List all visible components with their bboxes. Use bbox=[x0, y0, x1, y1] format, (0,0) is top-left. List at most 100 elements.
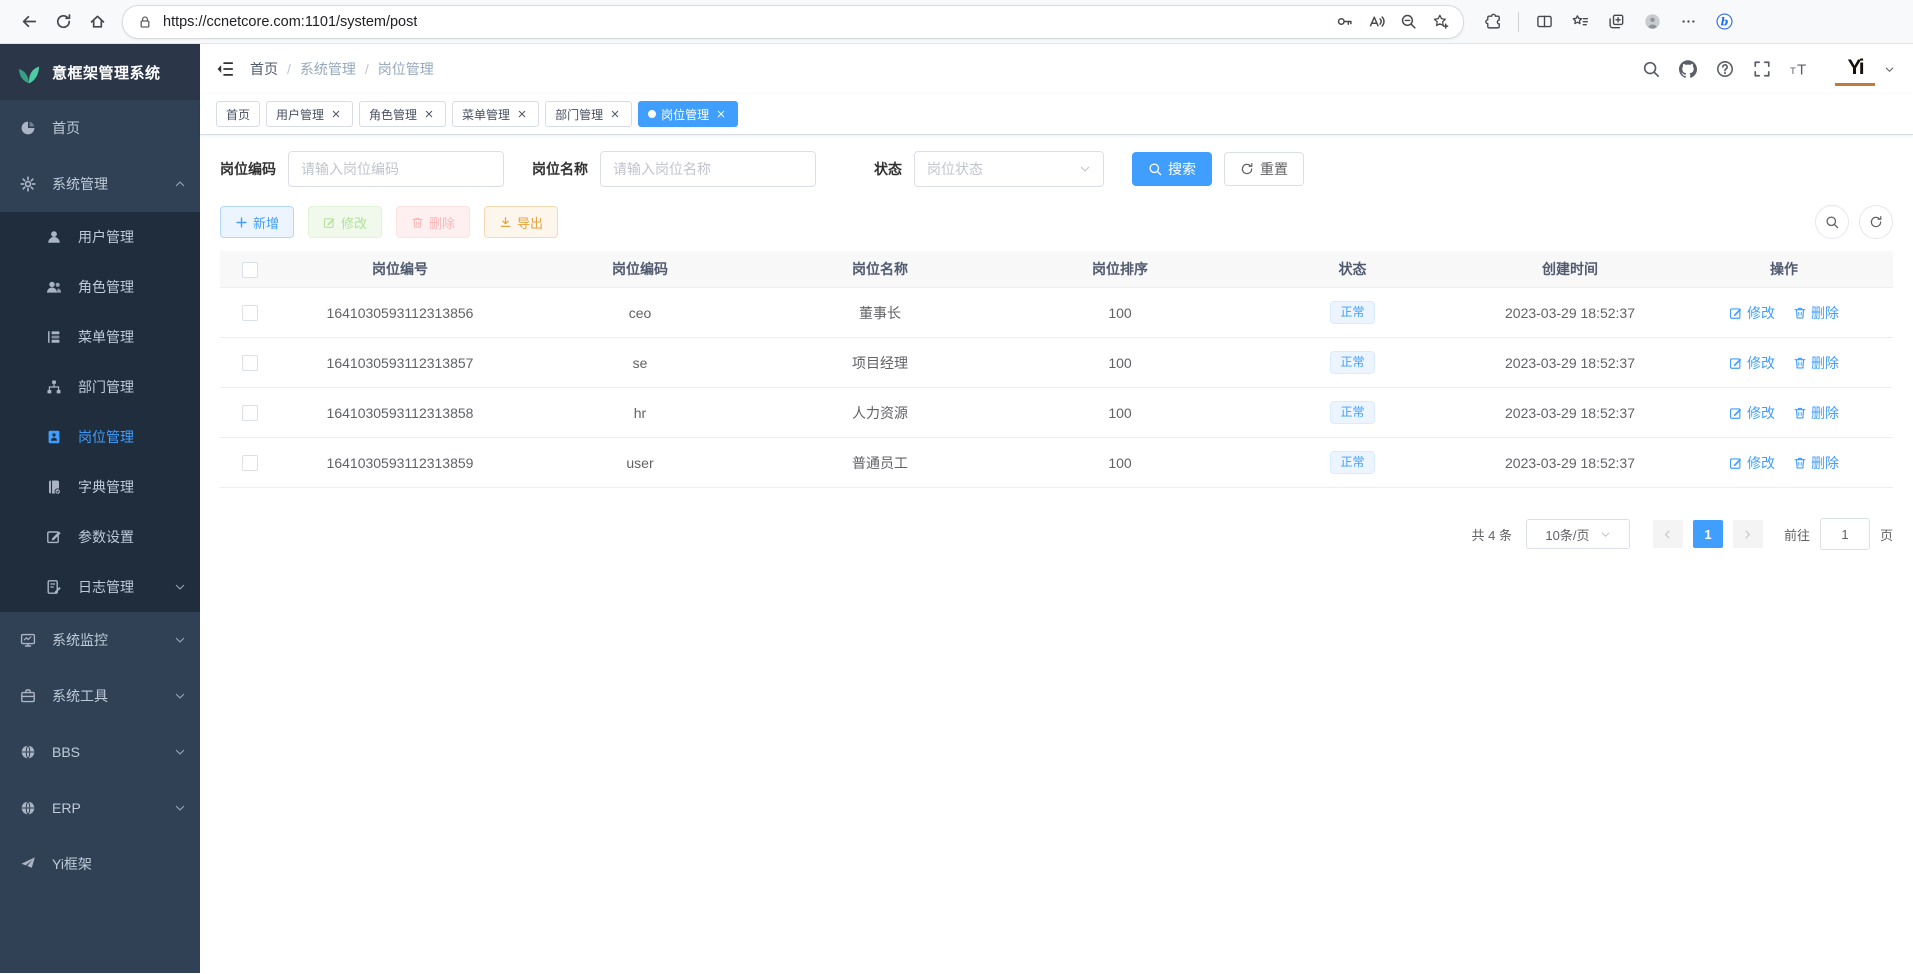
chevron-down-icon bbox=[174, 581, 186, 593]
header-search-icon[interactable] bbox=[1642, 60, 1660, 78]
post-code-input[interactable] bbox=[288, 151, 504, 187]
tab-post-management[interactable]: 岗位管理 bbox=[638, 101, 738, 127]
address-bar[interactable]: https://ccnetcore.com:1101/system/post bbox=[122, 5, 1464, 39]
help-icon[interactable] bbox=[1716, 60, 1734, 78]
browser-back-button[interactable] bbox=[12, 5, 46, 39]
tab-home[interactable]: 首页 bbox=[216, 101, 260, 127]
sidebar-item-param-settings[interactable]: 参数设置 bbox=[0, 512, 200, 562]
collections-icon[interactable] bbox=[1599, 5, 1633, 39]
tab-role-management[interactable]: 角色管理 bbox=[359, 101, 446, 127]
row-delete-link[interactable]: 删除 bbox=[1793, 453, 1839, 473]
page-header: 首页/系统管理/岗位管理 TT Yi bbox=[200, 44, 1913, 94]
sidebar-item-log-management[interactable]: 日志管理 bbox=[0, 562, 200, 612]
close-icon[interactable] bbox=[608, 107, 622, 121]
row-delete-link[interactable]: 删除 bbox=[1793, 353, 1839, 373]
goto-page-input[interactable] bbox=[1820, 518, 1870, 550]
status-select[interactable]: 岗位状态 bbox=[914, 151, 1104, 187]
password-key-icon[interactable] bbox=[1329, 7, 1359, 37]
row-delete-link[interactable]: 删除 bbox=[1793, 303, 1839, 323]
sidebar-item-system-tools[interactable]: 系统工具 bbox=[0, 668, 200, 724]
column-header-created-time: 创建时间 bbox=[1465, 251, 1675, 288]
select-all-checkbox[interactable] bbox=[242, 262, 258, 278]
cell-post-name: 普通员工 bbox=[760, 438, 1000, 488]
export-button[interactable]: 导出 bbox=[484, 206, 558, 238]
sidebar-fold-icon[interactable] bbox=[216, 60, 234, 78]
row-checkbox[interactable] bbox=[242, 305, 258, 321]
read-aloud-icon[interactable] bbox=[1361, 7, 1391, 37]
add-button[interactable]: 新增 bbox=[220, 206, 294, 238]
post-name-input[interactable] bbox=[600, 151, 816, 187]
delete-button[interactable]: 删除 bbox=[396, 206, 470, 238]
zoom-out-icon[interactable] bbox=[1393, 7, 1423, 37]
plus-icon bbox=[235, 216, 248, 229]
page-size-select[interactable]: 10条/页 bbox=[1526, 519, 1630, 549]
goto-label: 前往 bbox=[1784, 525, 1810, 544]
prev-page-button[interactable] bbox=[1653, 520, 1683, 548]
sidebar-item-yi-framework[interactable]: Yi框架 bbox=[0, 836, 200, 892]
browser-home-button[interactable] bbox=[80, 5, 114, 39]
close-icon[interactable] bbox=[714, 107, 728, 121]
sidebar-item-label: BBS bbox=[52, 744, 80, 760]
row-edit-link[interactable]: 修改 bbox=[1729, 453, 1775, 473]
sidebar-item-menu-management[interactable]: 菜单管理 bbox=[0, 312, 200, 362]
app-logo[interactable]: 意框架管理系统 bbox=[0, 44, 200, 100]
sidebar-item-post-management[interactable]: 岗位管理 bbox=[0, 412, 200, 462]
next-page-button[interactable] bbox=[1733, 520, 1763, 548]
toolbox-icon bbox=[20, 688, 38, 704]
browser-more-menu-icon[interactable] bbox=[1671, 5, 1705, 39]
sidebar-item-user-management[interactable]: 用户管理 bbox=[0, 212, 200, 262]
cell-created-time: 2023-03-29 18:52:37 bbox=[1465, 288, 1675, 338]
add-favorite-icon[interactable] bbox=[1425, 7, 1455, 37]
tab-user-management[interactable]: 用户管理 bbox=[266, 101, 353, 127]
post-badge-icon bbox=[46, 429, 64, 445]
sidebar-item-dept-management[interactable]: 部门管理 bbox=[0, 362, 200, 412]
close-icon[interactable] bbox=[329, 107, 343, 121]
tab-label: 角色管理 bbox=[369, 106, 417, 123]
sidebar-item-erp[interactable]: ERP bbox=[0, 780, 200, 836]
user-avatar: Yi bbox=[1835, 53, 1875, 86]
row-checkbox[interactable] bbox=[242, 405, 258, 421]
row-edit-link[interactable]: 修改 bbox=[1729, 303, 1775, 323]
bing-chat-icon[interactable]: b bbox=[1707, 5, 1741, 39]
row-checkbox[interactable] bbox=[242, 455, 258, 471]
sidebar-item-role-management[interactable]: 角色管理 bbox=[0, 262, 200, 312]
tab-dept-management[interactable]: 部门管理 bbox=[545, 101, 632, 127]
reset-button[interactable]: 重置 bbox=[1224, 152, 1304, 186]
sidebar-item-dict-management[interactable]: 字典管理 bbox=[0, 462, 200, 512]
sidebar-item-system-monitor[interactable]: 系统监控 bbox=[0, 612, 200, 668]
row-edit-link[interactable]: 修改 bbox=[1729, 353, 1775, 373]
refresh-table-button[interactable] bbox=[1859, 205, 1893, 239]
user-avatar-menu[interactable]: Yi bbox=[1835, 53, 1895, 86]
search-button[interactable]: 搜索 bbox=[1132, 152, 1212, 186]
close-icon[interactable] bbox=[422, 107, 436, 121]
row-delete-link[interactable]: 删除 bbox=[1793, 403, 1839, 423]
breadcrumb-item[interactable]: 首页 bbox=[250, 59, 278, 79]
edit-button[interactable]: 修改 bbox=[308, 206, 382, 238]
chevron-down-icon bbox=[174, 690, 186, 702]
browser-refresh-button[interactable] bbox=[46, 5, 80, 39]
post-table: 岗位编号岗位编码岗位名称岗位排序状态创建时间操作 164103059311231… bbox=[220, 251, 1893, 488]
edit-icon bbox=[323, 216, 336, 229]
github-icon[interactable] bbox=[1679, 60, 1697, 78]
font-size-icon[interactable]: TT bbox=[1790, 60, 1808, 78]
show-search-toggle-button[interactable] bbox=[1815, 205, 1849, 239]
current-page-button[interactable]: 1 bbox=[1693, 520, 1723, 548]
cell-post-name: 董事长 bbox=[760, 288, 1000, 338]
row-edit-link[interactable]: 修改 bbox=[1729, 403, 1775, 423]
close-icon[interactable] bbox=[515, 107, 529, 121]
leaf-logo-icon bbox=[16, 59, 42, 85]
cell-post-code: se bbox=[520, 338, 760, 388]
toolbar-divider bbox=[1518, 12, 1519, 32]
sidebar-item-bbs[interactable]: BBS bbox=[0, 724, 200, 780]
status-label: 状态 bbox=[874, 159, 902, 179]
split-screen-icon[interactable] bbox=[1527, 5, 1561, 39]
sidebar-item-home[interactable]: 首页 bbox=[0, 100, 200, 156]
extensions-icon[interactable] bbox=[1476, 5, 1510, 39]
url-text[interactable]: https://ccnetcore.com:1101/system/post bbox=[163, 14, 417, 30]
favorites-bar-icon[interactable] bbox=[1563, 5, 1597, 39]
tab-menu-management[interactable]: 菜单管理 bbox=[452, 101, 539, 127]
row-checkbox[interactable] bbox=[242, 355, 258, 371]
fullscreen-icon[interactable] bbox=[1753, 60, 1771, 78]
browser-profile-avatar[interactable] bbox=[1635, 5, 1669, 39]
sidebar-item-system-management[interactable]: 系统管理 bbox=[0, 156, 200, 212]
